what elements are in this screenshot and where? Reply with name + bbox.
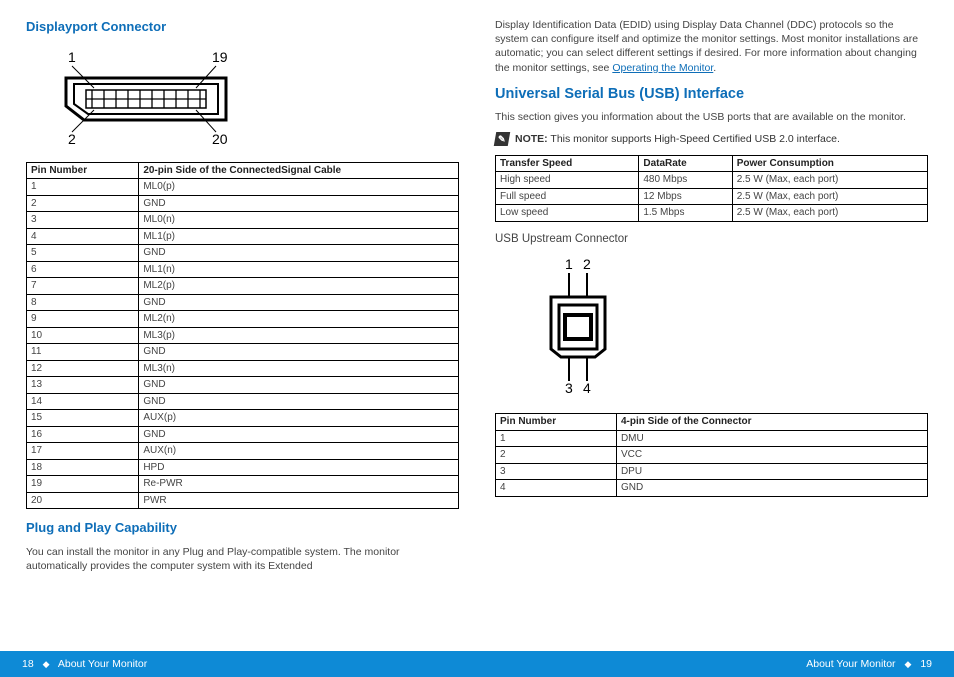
edid-text: Display Identification Data (EDID) using… (495, 18, 928, 75)
table-row: 14GND (27, 393, 459, 410)
table-row: 8GND (27, 294, 459, 311)
pnp-text: You can install the monitor in any Plug … (26, 545, 459, 573)
table-row: 5GND (27, 245, 459, 262)
table-row: 2GND (27, 195, 459, 212)
heading-displayport: Displayport Connector (26, 18, 459, 36)
table-row: 1ML0(p) (27, 179, 459, 196)
table-row: Full speed12 Mbps2.5 W (Max, each port) (496, 188, 928, 205)
svg-text:2: 2 (583, 257, 591, 272)
usb-speed-rows: High speed480 Mbps2.5 W (Max, each port)… (496, 172, 928, 222)
displayport-diagram: 1 19 2 20 (36, 48, 256, 148)
usb-upstream-diagram: 1 2 3 4 (525, 257, 635, 397)
note-icon: ✎ (494, 132, 510, 146)
heading-pnp: Plug and Play Capability (26, 519, 459, 537)
svg-text:3: 3 (565, 380, 573, 396)
table-row: 6ML1(n) (27, 261, 459, 278)
usb-connector-rows: 1DMU2VCC3DPU4GND (496, 430, 928, 496)
page-left: Displayport Connector 1 19 2 20 (0, 0, 477, 640)
table-row: 20PWR (27, 492, 459, 509)
footer-bar: 18 ◆ About Your Monitor About Your Monit… (0, 651, 954, 677)
table-row: 10ML3(p) (27, 327, 459, 344)
displayport-pin-rows: 1ML0(p)2GND3ML0(n)4ML1(p)5GND6ML1(n)7ML2… (27, 179, 459, 509)
table-row: 4GND (496, 480, 928, 497)
displayport-pin-table: Pin Number 20-pin Side of the ConnectedS… (26, 162, 459, 510)
table-row: 3ML0(n) (27, 212, 459, 229)
table-row: 15AUX(p) (27, 410, 459, 427)
table-row: 7ML2(p) (27, 278, 459, 295)
svg-text:2: 2 (68, 131, 76, 147)
table-row: Low speed1.5 Mbps2.5 W (Max, each port) (496, 205, 928, 222)
footer-left: 18 ◆ About Your Monitor (22, 658, 147, 670)
table-row: 12ML3(n) (27, 360, 459, 377)
svg-text:1: 1 (565, 257, 573, 272)
table-row: 4ML1(p) (27, 228, 459, 245)
usb-note: ✎ NOTE: This monitor supports High-Speed… (495, 132, 928, 146)
table-row: 3DPU (496, 463, 928, 480)
table-row: 19Re-PWR (27, 476, 459, 493)
table-row: 11GND (27, 344, 459, 361)
table-row: 2VCC (496, 447, 928, 464)
svg-text:20: 20 (212, 131, 228, 147)
heading-usb: Universal Serial Bus (USB) Interface (495, 85, 928, 105)
table-row: 18HPD (27, 459, 459, 476)
usb-intro: This section gives you information about… (495, 110, 928, 124)
usb-connector-table: Pin Number 4-pin Side of the Connector 1… (495, 413, 928, 497)
operating-monitor-link[interactable]: Operating the Monitor (612, 62, 713, 74)
table-row: 13GND (27, 377, 459, 394)
table-row: 9ML2(n) (27, 311, 459, 328)
svg-text:19: 19 (212, 49, 228, 65)
table-row: High speed480 Mbps2.5 W (Max, each port) (496, 172, 928, 189)
page-right: Display Identification Data (EDID) using… (477, 0, 954, 640)
svg-text:1: 1 (68, 49, 76, 65)
table-row: 17AUX(n) (27, 443, 459, 460)
svg-text:4: 4 (583, 380, 591, 396)
table-row: 16GND (27, 426, 459, 443)
upstream-label: USB Upstream Connector (495, 232, 928, 248)
table-row: 1DMU (496, 430, 928, 447)
footer-right: About Your Monitor ◆ 19 (806, 658, 932, 670)
usb-speed-table: Transfer Speed DataRate Power Consumptio… (495, 155, 928, 222)
